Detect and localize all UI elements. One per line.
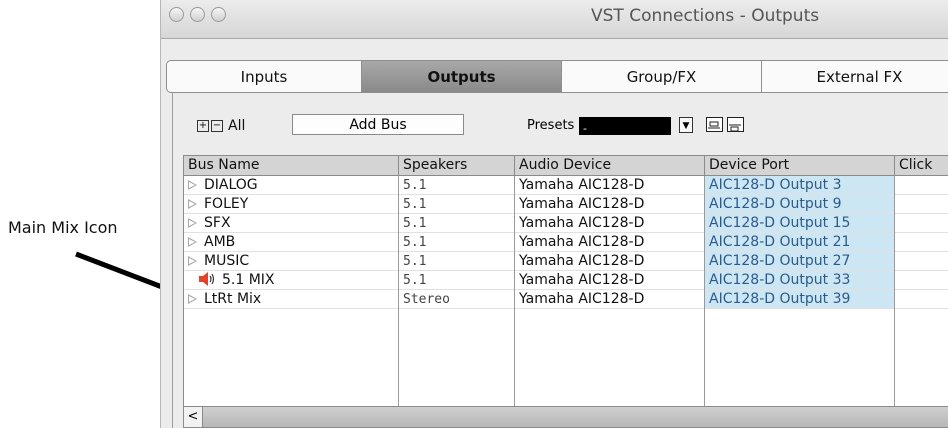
column-header-audio-device[interactable]: Audio Device xyxy=(515,156,705,176)
presets-value: - xyxy=(583,122,587,135)
minimize-window-icon[interactable] xyxy=(190,7,205,22)
table-cell-port[interactable]: AIC128-D Output 9 xyxy=(705,195,895,214)
table-cell-click[interactable] xyxy=(895,290,948,309)
presets-label: Presets xyxy=(527,118,575,133)
table-cell-port[interactable]: AIC128-D Output 3 xyxy=(705,176,895,195)
table-cell-click[interactable] xyxy=(895,195,948,214)
table-cell-name[interactable]: SFX xyxy=(184,214,399,233)
bus-name-label: FOLEY xyxy=(204,196,249,212)
annotation-label: Main Mix Icon xyxy=(8,218,118,237)
table-cell-speakers[interactable]: 5.1 xyxy=(399,214,515,233)
expand-triangle-icon[interactable] xyxy=(188,218,197,228)
table-cell-port[interactable]: AIC128-D Output 39 xyxy=(705,290,895,309)
tab-external-fx[interactable]: External FX xyxy=(762,61,948,92)
bus-name-label: LtRt Mix xyxy=(204,291,262,307)
table-cell-speakers[interactable]: 5.1 xyxy=(399,233,515,252)
table-cell-device[interactable]: Yamaha AIC128-D xyxy=(515,233,705,252)
table-cell-device[interactable]: Yamaha AIC128-D xyxy=(515,290,705,309)
zoom-window-icon[interactable] xyxy=(211,7,226,22)
table-cell-name[interactable]: 5.1 MIX xyxy=(184,271,399,290)
table-cell-click[interactable] xyxy=(895,252,948,271)
table-cell-name[interactable]: FOLEY xyxy=(184,195,399,214)
table-cell-name[interactable]: LtRt Mix xyxy=(184,290,399,309)
close-window-icon[interactable] xyxy=(169,7,184,22)
save-preset-icon[interactable] xyxy=(706,117,723,132)
table-cell-click[interactable] xyxy=(895,271,948,290)
table-cell-device[interactable]: Yamaha AIC128-D xyxy=(515,214,705,233)
table-cell-click[interactable] xyxy=(895,214,948,233)
bus-name-label: 5.1 MIX xyxy=(222,272,275,288)
table-cell-speakers[interactable]: 5.1 xyxy=(399,195,515,214)
window-title: VST Connections - Outputs xyxy=(591,6,820,26)
chevron-down-icon[interactable]: ▼ xyxy=(679,117,693,133)
presets-select[interactable]: - xyxy=(579,117,671,135)
add-bus-button[interactable]: Add Bus xyxy=(292,114,464,135)
table-cell-click[interactable] xyxy=(895,233,948,252)
plus-box-icon[interactable]: + xyxy=(197,120,209,132)
vst-connections-window: VST Connections - Outputs Inputs Outputs… xyxy=(160,0,948,428)
table-cell-device[interactable]: Yamaha AIC128-D xyxy=(515,271,705,290)
outputs-panel: + − All Add Bus Presets - ▼ Bus Name Spe… xyxy=(172,93,948,428)
expand-collapse-all[interactable]: + − All xyxy=(197,115,245,137)
bus-name-label: DIALOG xyxy=(204,177,258,193)
title-bar[interactable]: VST Connections - Outputs xyxy=(161,0,948,39)
table-cell-click[interactable] xyxy=(895,176,948,195)
table-cell-port[interactable]: AIC128-D Output 21 xyxy=(705,233,895,252)
bus-table: Bus Name Speakers Audio Device Device Po… xyxy=(183,155,948,428)
expand-triangle-icon[interactable] xyxy=(188,256,197,266)
table-cell-device[interactable]: Yamaha AIC128-D xyxy=(515,195,705,214)
table-cell-device[interactable]: Yamaha AIC128-D xyxy=(515,252,705,271)
horizontal-scrollbar[interactable]: < xyxy=(184,406,948,427)
expand-triangle-icon[interactable] xyxy=(188,237,197,247)
expand-triangle-icon[interactable] xyxy=(188,180,197,190)
column-header-speakers[interactable]: Speakers xyxy=(399,156,515,176)
tab-bar: Inputs Outputs Group/FX External FX xyxy=(166,60,948,93)
bus-name-label: MUSIC xyxy=(204,253,250,269)
table-cell-name[interactable]: MUSIC xyxy=(184,252,399,271)
column-header-device-port[interactable]: Device Port xyxy=(705,156,895,176)
bus-name-label: SFX xyxy=(204,215,231,231)
expand-triangle-icon[interactable] xyxy=(188,199,197,209)
table-cell-port[interactable]: AIC128-D Output 15 xyxy=(705,214,895,233)
tab-group-fx[interactable]: Group/FX xyxy=(562,61,762,92)
table-cell-device[interactable]: Yamaha AIC128-D xyxy=(515,176,705,195)
table-cell-speakers[interactable]: 5.1 xyxy=(399,271,515,290)
table-cell-speakers[interactable]: Stereo xyxy=(399,290,515,309)
table-cell-name[interactable]: DIALOG xyxy=(184,176,399,195)
all-label: All xyxy=(228,118,246,134)
tab-outputs[interactable]: Outputs xyxy=(362,61,562,92)
bus-name-label: AMB xyxy=(204,234,236,250)
minus-box-icon[interactable]: − xyxy=(211,120,223,132)
table-cell-port[interactable]: AIC128-D Output 27 xyxy=(705,252,895,271)
column-header-click[interactable]: Click xyxy=(895,156,948,176)
scroll-left-icon[interactable]: < xyxy=(184,407,203,427)
table-cell-speakers[interactable]: 5.1 xyxy=(399,176,515,195)
delete-preset-icon[interactable] xyxy=(727,117,744,132)
tab-inputs[interactable]: Inputs xyxy=(167,61,362,92)
table-cell-speakers[interactable]: 5.1 xyxy=(399,252,515,271)
table-cell-name[interactable]: AMB xyxy=(184,233,399,252)
column-header-bus-name[interactable]: Bus Name xyxy=(184,156,399,176)
speaker-icon[interactable] xyxy=(198,272,216,289)
table-cell-port[interactable]: AIC128-D Output 33 xyxy=(705,271,895,290)
expand-triangle-icon[interactable] xyxy=(188,294,197,304)
